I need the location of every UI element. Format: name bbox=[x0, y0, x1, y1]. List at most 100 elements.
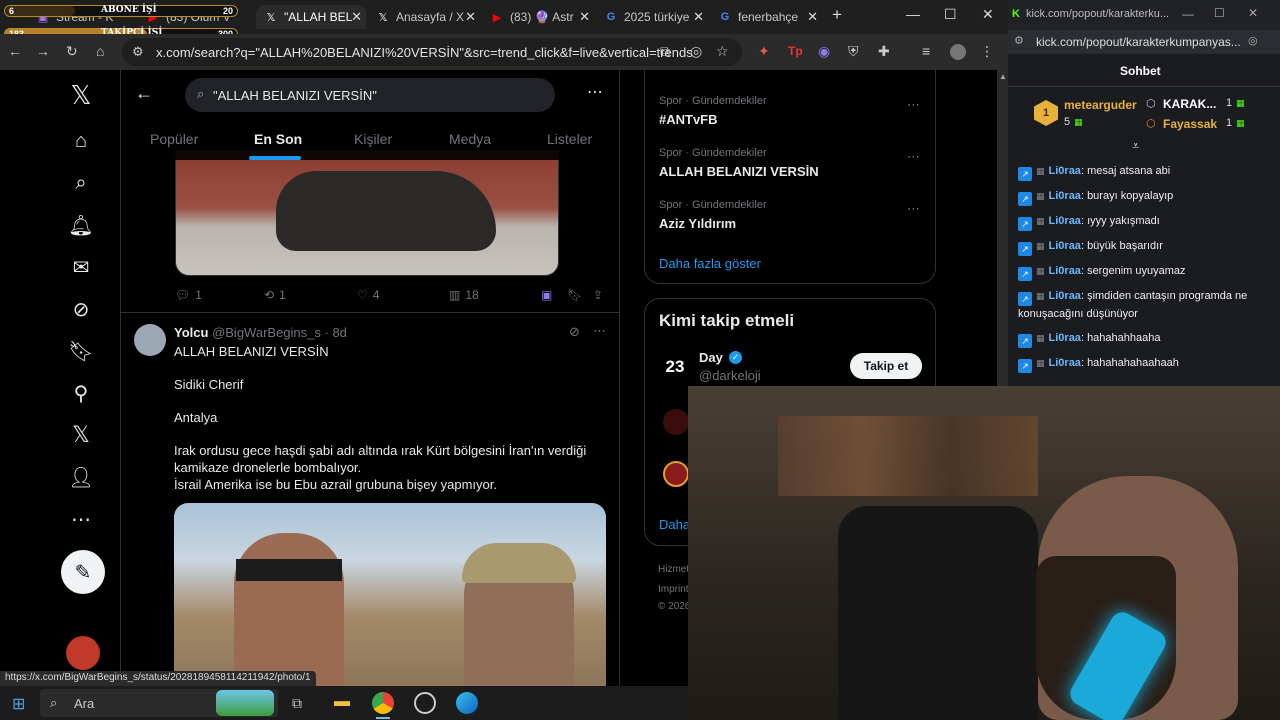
home-icon[interactable]: ⌂ bbox=[96, 43, 104, 59]
task-view-icon[interactable]: ⧉ bbox=[292, 695, 302, 712]
account-avatar[interactable] bbox=[66, 636, 100, 670]
author-name[interactable]: Yolcu bbox=[174, 325, 208, 340]
jobs-icon[interactable]: ⚲ bbox=[68, 380, 94, 406]
tab-youtube-2[interactable]: ▶ (83) 🔮 Astr ✕ bbox=[490, 5, 594, 29]
maximize-icon[interactable]: ☐ bbox=[944, 6, 957, 23]
home-icon[interactable]: ⌂ bbox=[68, 128, 94, 154]
menu-dots-icon[interactable]: ⋮ bbox=[980, 43, 994, 60]
back-arrow-icon[interactable]: ← bbox=[8, 43, 22, 59]
suggested-name[interactable]: Day bbox=[699, 350, 723, 365]
expand-chevron-icon[interactable]: ⩡ bbox=[1132, 138, 1139, 154]
show-more-link[interactable]: Daha bbox=[659, 517, 690, 532]
grok-bookmark-icon[interactable]: ▣ bbox=[541, 288, 552, 302]
profile-icon[interactable]: 👤︎ bbox=[68, 464, 94, 490]
trend-title[interactable]: Aziz Yıldırım bbox=[659, 216, 736, 231]
search-input[interactable]: ⌕ "ALLAH BELANIZI VERSİN" bbox=[185, 78, 555, 112]
obs-icon[interactable] bbox=[414, 692, 436, 714]
address-bar[interactable]: ⚙ x.com/search?q="ALLAH%20BELANIZI%20VER… bbox=[122, 38, 742, 66]
tab-popular[interactable]: Popüler bbox=[150, 131, 198, 147]
extension-shield-icon[interactable]: ⛨ bbox=[848, 43, 859, 60]
top-gifter-name[interactable]: metearguder bbox=[1064, 98, 1137, 112]
avatar[interactable] bbox=[134, 324, 166, 356]
close-window-icon[interactable]: ✕ bbox=[982, 6, 994, 23]
tab-x-home[interactable]: 𝕏 Anasayfa / X ✕ bbox=[376, 5, 480, 29]
url-text[interactable]: x.com/search?q="ALLAH%20BELANIZI%20VERSİ… bbox=[156, 45, 693, 60]
profile-avatar[interactable] bbox=[950, 44, 966, 60]
more-dots-icon[interactable]: ⋯ bbox=[587, 82, 603, 102]
messages-mail-icon[interactable]: ✉ bbox=[68, 254, 94, 280]
trend-title[interactable]: #ANTvFB bbox=[659, 112, 718, 127]
trend-title[interactable]: ALLAH BELANIZI VERSİN bbox=[659, 164, 819, 179]
tab-people[interactable]: Kişiler bbox=[354, 131, 392, 147]
maximize-icon[interactable]: ☐ bbox=[1214, 6, 1225, 20]
tab-google-2[interactable]: G fenerbahçe ✕ bbox=[718, 5, 822, 29]
chrome-icon[interactable] bbox=[372, 692, 394, 714]
close-icon[interactable]: ✕ bbox=[1248, 6, 1258, 20]
taskbar-search-input[interactable]: ⌕ Ara bbox=[40, 689, 278, 717]
close-tab-icon[interactable]: ✕ bbox=[579, 9, 590, 25]
more-dots-icon[interactable]: ⋯ bbox=[907, 97, 920, 113]
premium-x-icon[interactable]: 𝕏 bbox=[68, 422, 94, 448]
minimize-icon[interactable]: — bbox=[1182, 7, 1194, 21]
extensions-puzzle-icon[interactable]: ✚ bbox=[878, 43, 890, 60]
tab-media[interactable]: Medya bbox=[449, 131, 491, 147]
minimize-icon[interactable]: — bbox=[906, 6, 920, 22]
tab-lists[interactable]: Listeler bbox=[547, 131, 592, 147]
avatar[interactable]: 23 bbox=[659, 351, 691, 383]
more-dots-icon[interactable]: ⋯ bbox=[593, 323, 606, 339]
site-info-icon[interactable]: ⚙ bbox=[1014, 34, 1024, 47]
footer-link[interactable]: Imprint bbox=[658, 584, 689, 595]
close-tab-icon[interactable]: ✕ bbox=[351, 9, 362, 25]
avatar[interactable] bbox=[663, 409, 689, 435]
grok-icon[interactable]: ⊘ bbox=[569, 324, 580, 340]
extension-tp-icon[interactable]: Tp bbox=[788, 44, 803, 58]
tweet-author[interactable]: Yolcu @BigWarBegins_s · 8d bbox=[174, 325, 347, 340]
more-dots-icon[interactable]: ⋯ bbox=[907, 149, 920, 165]
eye-off-icon[interactable]: ◎ bbox=[690, 43, 702, 60]
install-app-icon[interactable]: ⧉ bbox=[660, 43, 670, 60]
retweet-button[interactable]: ⟲ 1 bbox=[264, 288, 286, 302]
suggested-handle[interactable]: @darkeloji bbox=[699, 368, 761, 383]
like-button[interactable]: ♡ 4 bbox=[357, 288, 379, 302]
author-handle[interactable]: @BigWarBegins_s bbox=[212, 325, 321, 340]
more-circle-icon[interactable]: ⋯ bbox=[68, 506, 94, 532]
reply-button[interactable]: 💬︎ 1 bbox=[175, 288, 202, 302]
tab-latest[interactable]: En Son bbox=[254, 131, 302, 147]
windows-start-icon[interactable]: ⊞ bbox=[12, 694, 25, 714]
eye-off-icon[interactable]: ◎ bbox=[1248, 34, 1258, 47]
reload-icon[interactable]: ↻ bbox=[66, 43, 78, 60]
explore-search-icon[interactable]: ⌕ bbox=[68, 170, 94, 196]
post-feather-icon[interactable]: ✎ bbox=[61, 550, 105, 594]
leader-3-name[interactable]: Fayassak bbox=[1163, 117, 1217, 131]
media-control-icon[interactable]: ≡ bbox=[922, 43, 930, 59]
x-logo-icon[interactable]: 𝕏 bbox=[68, 80, 94, 110]
new-tab-icon[interactable]: + bbox=[832, 5, 842, 25]
close-tab-icon[interactable]: ✕ bbox=[465, 9, 476, 25]
extension-discord-icon[interactable]: ◉ bbox=[818, 43, 830, 60]
edge-icon[interactable] bbox=[456, 692, 478, 714]
grok-icon[interactable]: ⊘ bbox=[68, 296, 94, 322]
tab-google-1[interactable]: G 2025 türkiye ✕ bbox=[604, 5, 708, 29]
tab-x-search[interactable]: 𝕏 "ALLAH BEL ✕ bbox=[256, 5, 366, 29]
follow-button[interactable]: Takip et bbox=[850, 353, 922, 379]
leader-2-name[interactable]: KARAK... bbox=[1163, 97, 1216, 111]
back-arrow-icon[interactable]: ← bbox=[135, 83, 153, 104]
show-more-link[interactable]: Daha fazla göster bbox=[659, 256, 761, 271]
views-button[interactable]: ▥ 18 bbox=[449, 288, 479, 302]
close-tab-icon[interactable]: ✕ bbox=[807, 9, 818, 25]
more-dots-icon[interactable]: ⋯ bbox=[907, 201, 920, 217]
close-tab-icon[interactable]: ✕ bbox=[693, 9, 704, 25]
notifications-bell-icon[interactable]: 🔔︎ bbox=[68, 212, 94, 238]
footer-link[interactable]: Hizmet bbox=[658, 564, 689, 575]
kick-url-text[interactable]: kick.com/popout/karakterkumpanyas... bbox=[1036, 35, 1241, 49]
tweet-image-statue[interactable] bbox=[175, 150, 559, 276]
avatar[interactable] bbox=[663, 461, 689, 487]
extension-fox-icon[interactable]: ✦ bbox=[758, 43, 770, 60]
share-icon[interactable]: ⇪ bbox=[593, 288, 603, 302]
file-explorer-icon[interactable]: ▬ bbox=[334, 693, 350, 711]
bookmark-icon[interactable]: 🔖︎ bbox=[567, 288, 582, 302]
tweet-time[interactable]: · 8d bbox=[325, 325, 347, 340]
bookmark-star-icon[interactable]: ☆ bbox=[716, 43, 729, 60]
forward-arrow-icon[interactable]: → bbox=[36, 43, 50, 59]
site-info-icon[interactable]: ⚙ bbox=[132, 44, 144, 60]
